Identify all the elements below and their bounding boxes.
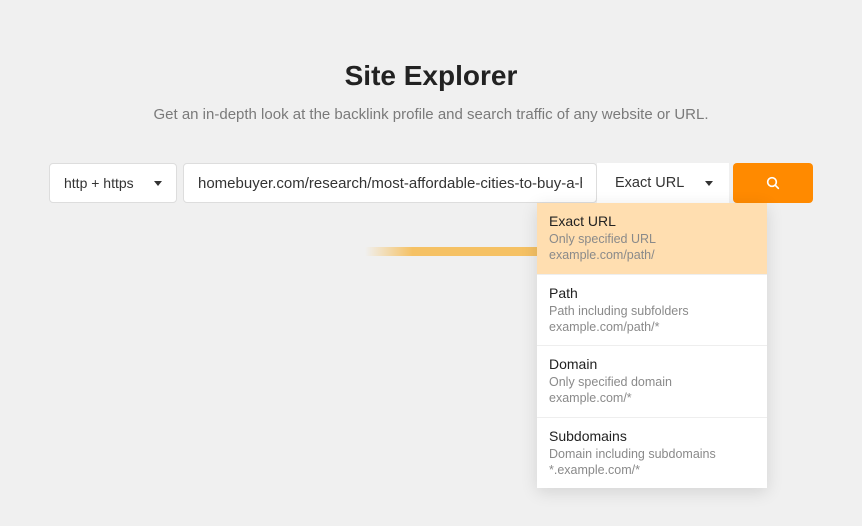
- mode-option-title: Domain: [549, 356, 755, 372]
- page-title: Site Explorer: [0, 60, 862, 92]
- mode-option-example: *.example.com/*: [549, 462, 755, 478]
- protocol-select[interactable]: http + https: [49, 163, 177, 203]
- mode-option-example: example.com/path/*: [549, 319, 755, 335]
- mode-dropdown: Exact URLOnly specified URLexample.com/p…: [537, 203, 767, 488]
- url-input[interactable]: [183, 163, 597, 203]
- mode-option-desc: Domain including subdomains: [549, 446, 755, 462]
- mode-option[interactable]: Exact URL Only specified URLexample.com/p…: [537, 203, 767, 275]
- caret-down-icon: [705, 181, 713, 186]
- mode-option-desc: Only specified URL: [549, 231, 755, 247]
- mode-option-title: Path: [549, 285, 755, 301]
- search-button[interactable]: [733, 163, 813, 203]
- mode-option[interactable]: Path Path including subfoldersexample.com…: [537, 275, 767, 347]
- mode-label: Exact URL: [615, 175, 684, 191]
- search-icon: [765, 175, 781, 191]
- mode-option-desc: Path including subfolders: [549, 303, 755, 319]
- page-subtitle: Get an in-depth look at the backlink pro…: [0, 106, 862, 123]
- mode-option-example: example.com/path/: [549, 247, 755, 263]
- mode-option-desc: Only specified domain: [549, 374, 755, 390]
- caret-down-icon: [154, 181, 162, 186]
- mode-option-example: example.com/*: [549, 390, 755, 406]
- mode-select[interactable]: Exact URL: [597, 163, 729, 203]
- mode-option[interactable]: Domain Only specified domainexample.com/*: [537, 346, 767, 418]
- mode-option[interactable]: Subdomains Domain including subdomains*.e…: [537, 418, 767, 489]
- mode-option-title: Subdomains: [549, 428, 755, 444]
- search-bar: http + https Exact URL Exact URLOnly spe…: [49, 163, 813, 203]
- protocol-label: http + https: [64, 175, 134, 191]
- mode-option-title: Exact URL: [549, 213, 755, 229]
